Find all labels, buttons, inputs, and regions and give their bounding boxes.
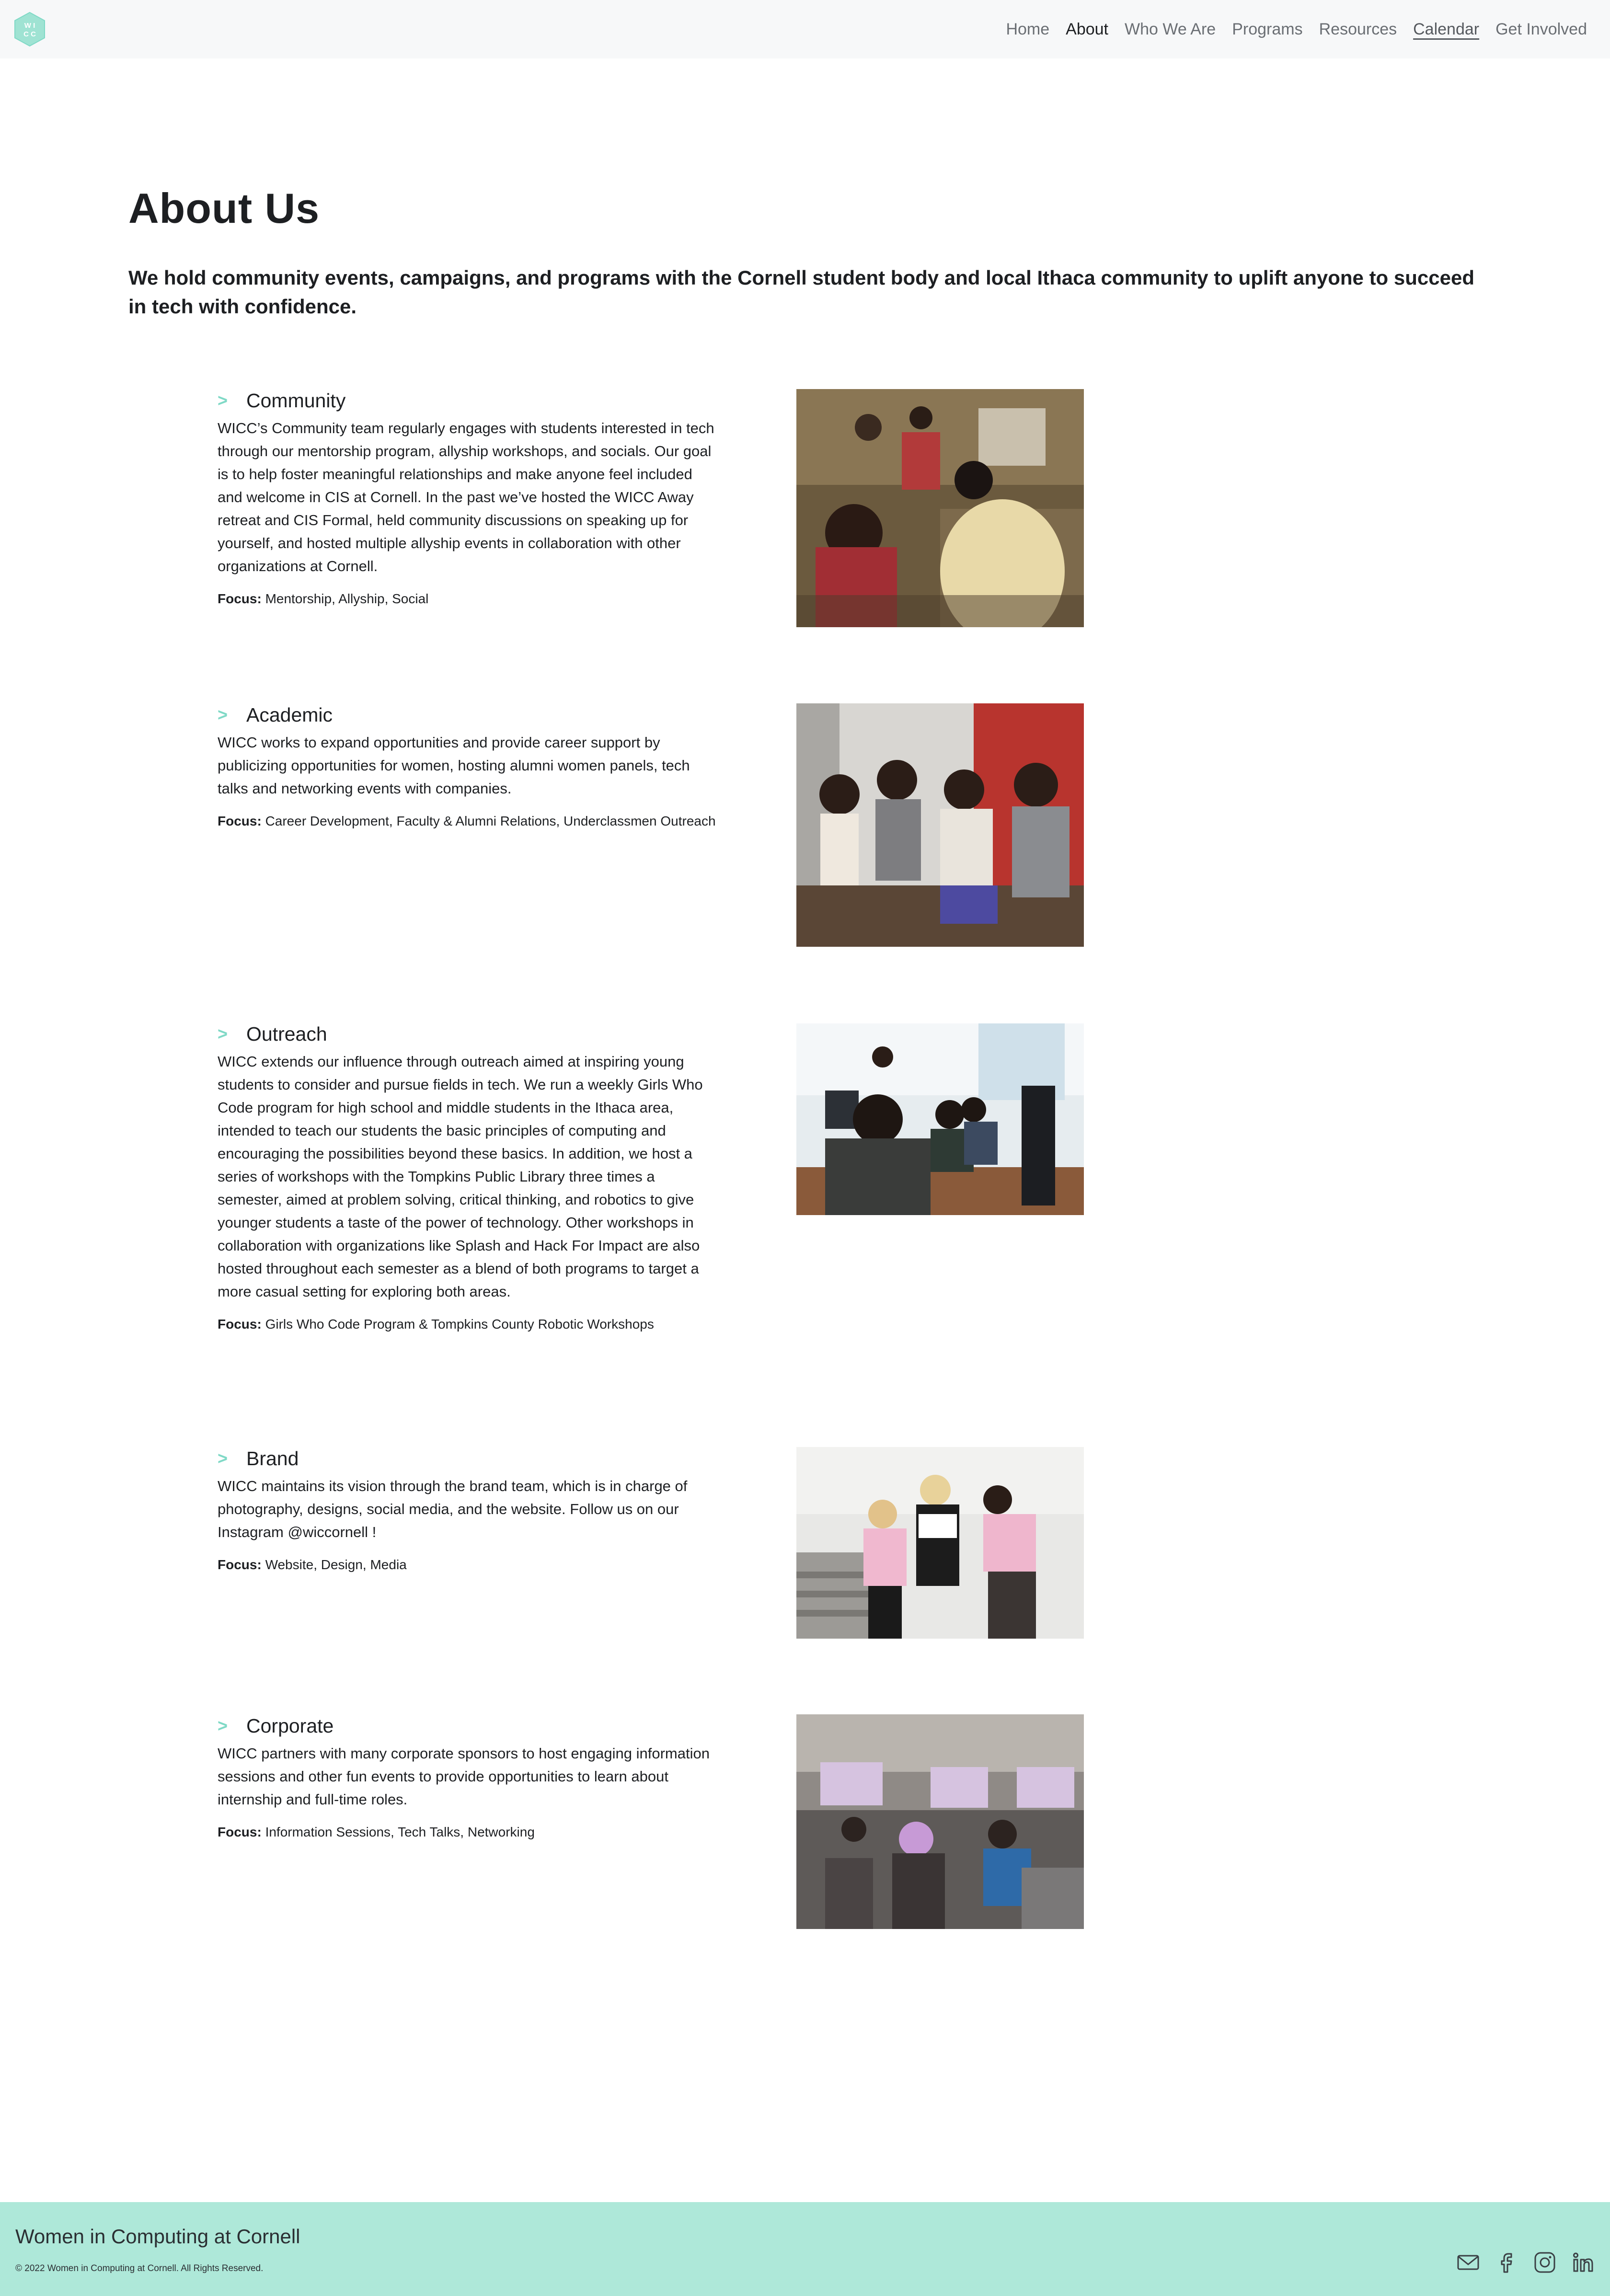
- section-body: WICC extends our influence through outre…: [218, 1053, 703, 1300]
- nav-links: Home About Who We Are Programs Resources…: [1006, 18, 1587, 40]
- nav-link-home[interactable]: Home: [1006, 18, 1049, 40]
- corporate-photo: [796, 1714, 1084, 1929]
- focus-label: Focus:: [218, 1317, 262, 1332]
- chevron-right-icon: >: [218, 390, 228, 410]
- nav-link-calendar[interactable]: Calendar: [1413, 18, 1479, 40]
- page-title: About Us: [128, 184, 320, 232]
- section-body: WICC works to expand opportunities and p…: [218, 734, 690, 797]
- chevron-right-icon: >: [218, 1024, 228, 1044]
- community-photo: [796, 389, 1084, 627]
- svg-text:W I: W I: [24, 22, 35, 30]
- chevron-right-icon: >: [218, 1448, 228, 1468]
- chevron-right-icon: >: [218, 1716, 228, 1735]
- nav-link-who-we-are[interactable]: Who We Are: [1125, 18, 1216, 40]
- section-header[interactable]: > Brand: [218, 1444, 716, 1473]
- section-focus: Focus: Information Sessions, Tech Talks,…: [218, 1822, 716, 1843]
- section-title: Academic: [246, 703, 333, 726]
- section-title: Brand: [246, 1447, 299, 1469]
- section-body: WICC partners with many corporate sponso…: [218, 1745, 710, 1808]
- nav-link-resources[interactable]: Resources: [1319, 18, 1397, 40]
- section-title: Outreach: [246, 1022, 327, 1045]
- nav-link-about[interactable]: About: [1066, 18, 1108, 40]
- nav-link-get-involved[interactable]: Get Involved: [1495, 18, 1587, 40]
- focus-value: Website, Design, Media: [265, 1557, 407, 1572]
- linkedin-icon[interactable]: [1571, 2250, 1596, 2275]
- section-title: Community: [246, 389, 346, 412]
- top-navbar: W I C C Home About Who We Are Programs R…: [0, 0, 1610, 58]
- section-academic: > Academic WICC works to expand opportun…: [218, 700, 716, 832]
- section-focus: Focus: Mentorship, Allyship, Social: [218, 588, 716, 609]
- section-header[interactable]: > Academic: [218, 700, 716, 729]
- section-header[interactable]: > Community: [218, 386, 716, 415]
- section-body: WICC maintains its vision through the br…: [218, 1475, 716, 1544]
- social-links: [1456, 2250, 1596, 2275]
- mail-icon[interactable]: [1456, 2250, 1481, 2275]
- focus-value: Girls Who Code Program & Tompkins County…: [265, 1317, 654, 1332]
- section-community: > Community WICC’s Community team regula…: [218, 386, 716, 609]
- section-header[interactable]: > Corporate: [218, 1711, 716, 1740]
- instagram-icon[interactable]: [1532, 2250, 1557, 2275]
- wicc-logo[interactable]: W I C C: [13, 11, 46, 47]
- brand-photo: [796, 1447, 1084, 1639]
- section-focus: Focus: Girls Who Code Program & Tompkins…: [218, 1314, 716, 1335]
- page-intro: We hold community events, campaigns, and…: [128, 266, 1474, 318]
- focus-label: Focus:: [218, 1557, 262, 1572]
- focus-value: Mentorship, Allyship, Social: [265, 591, 429, 606]
- svg-text:C C: C C: [23, 30, 36, 38]
- focus-value: Career Development, Faculty & Alumni Rel…: [265, 814, 716, 828]
- facebook-icon[interactable]: [1494, 2250, 1519, 2275]
- section-body: WICC’s Community team regularly engages …: [218, 420, 714, 574]
- section-focus: Focus: Website, Design, Media: [218, 1554, 716, 1575]
- section-header[interactable]: > Outreach: [218, 1020, 716, 1048]
- nav-link-programs[interactable]: Programs: [1232, 18, 1302, 40]
- focus-label: Focus:: [218, 1825, 262, 1839]
- section-title: Corporate: [246, 1714, 334, 1737]
- section-brand: > Brand WICC maintains its vision throug…: [218, 1444, 716, 1575]
- section-outreach: > Outreach WICC extends our influence th…: [218, 1020, 716, 1335]
- academic-photo: [796, 703, 1084, 947]
- outreach-photo: [796, 1023, 1084, 1215]
- section-corporate: > Corporate WICC partners with many corp…: [218, 1711, 716, 1843]
- instagram-handle-link[interactable]: @wiccornell: [288, 1524, 368, 1540]
- footer-title: Women in Computing at Cornell: [15, 2225, 300, 2248]
- site-footer: Women in Computing at Cornell © 2022 Wom…: [0, 2202, 1610, 2296]
- section-focus: Focus: Career Development, Faculty & Alu…: [218, 811, 716, 832]
- focus-label: Focus:: [218, 814, 262, 828]
- footer-copyright: © 2022 Women in Computing at Cornell. Al…: [15, 2263, 264, 2273]
- section-body-end: !: [368, 1524, 377, 1540]
- chevron-right-icon: >: [218, 705, 228, 724]
- focus-value: Information Sessions, Tech Talks, Networ…: [265, 1825, 535, 1839]
- focus-label: Focus:: [218, 591, 262, 606]
